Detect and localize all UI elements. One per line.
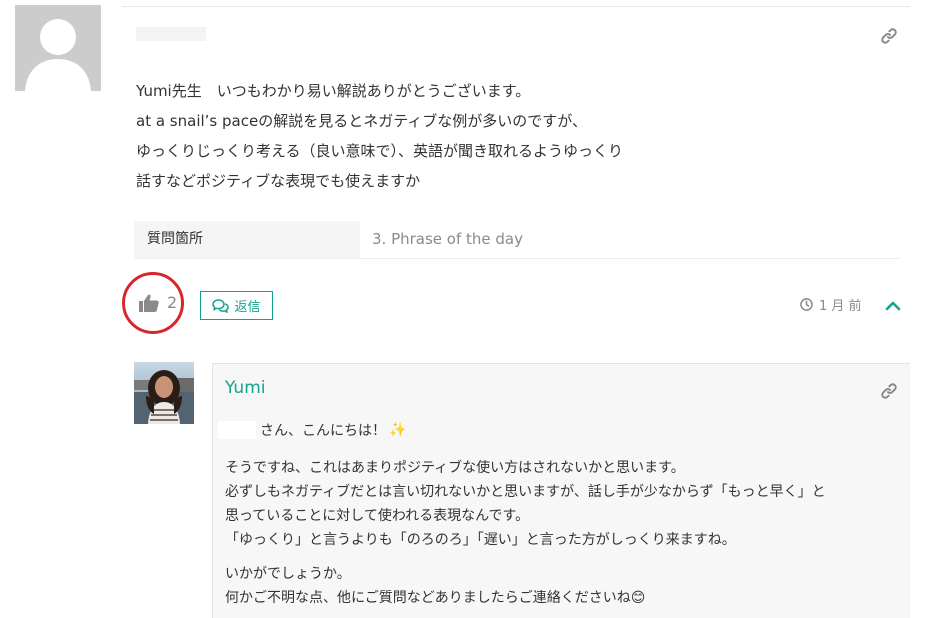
comment-body: Yumi先生 いつもわかり易い解説ありがとうございます。 at a snail’… — [136, 76, 876, 196]
link-icon — [881, 28, 897, 44]
like-count: 2 — [167, 293, 178, 312]
commenter-avatar — [15, 5, 101, 91]
link-icon — [881, 383, 897, 399]
comment-divider — [122, 6, 910, 7]
reply-author-name[interactable]: Yumi — [225, 378, 266, 398]
comments-icon — [212, 298, 230, 313]
reply-line: いかがでしょうか。 — [225, 566, 351, 582]
comment-line: 話すなどポジティブな表現でも使えますか — [136, 172, 421, 190]
reply-button[interactable]: 返信 — [200, 291, 273, 320]
default-avatar-icon — [15, 5, 101, 91]
commenter-name — [136, 27, 206, 41]
comment-line: ゆっくりじっくり考える（良い意味で）、英語が聞き取れるようゆっくり — [136, 142, 624, 160]
reply-paragraph: いかがでしょうか。 何かご不明な点、他にご質問などありましたらご連絡くださいね😊 — [225, 562, 905, 610]
yumi-avatar — [134, 362, 194, 424]
reply-permalink[interactable] — [880, 382, 898, 400]
reply-line: そうですね、これはあまりポジティブな使い方はされないかと思います。 — [225, 460, 685, 476]
comment-time: 1 月 前 — [800, 295, 862, 314]
reply-line: 必ずしもネガティブだとは言い切れないかと思いますが、話し手が少なからず「もっと早… — [225, 484, 826, 500]
reply-body: そうですね、これはあまりポジティブな使い方はされないかと思います。 必ずしもネガ… — [225, 456, 905, 610]
chevron-up-icon — [885, 301, 901, 311]
reply-line: 「ゆっくり」と言うよりも「のろのろ」「遅い」と言った方がしっくり来ますね。 — [225, 532, 736, 548]
greeting-text: さん、こんにちは！ — [260, 423, 386, 439]
reply-button-label: 返信 — [234, 300, 261, 315]
reply-paragraph: そうですね、これはあまりポジティブな使い方はされないかと思います。 必ずしもネガ… — [225, 456, 905, 552]
comment-line: at a snail’s paceの解説を見るとネガティブな例が多いのですが、 — [136, 112, 587, 130]
comment-line: Yumi先生 いつもわかり易い解説ありがとうございます。 — [136, 82, 531, 100]
like-button[interactable] — [139, 294, 159, 312]
question-location-row: 質問箇所 3. Phrase of the day — [134, 221, 900, 258]
collapse-replies-button[interactable] — [885, 297, 901, 311]
meta-divider — [134, 258, 900, 259]
reply-greeting: さん、こんにちは！ ✨ — [260, 420, 406, 440]
thumbs-up-icon — [139, 294, 159, 312]
time-ago: 1 月 前 — [819, 299, 862, 314]
clock-icon — [800, 298, 813, 311]
reply-line: 思っていることに対して使われる表現なんです。 — [225, 508, 530, 524]
user-photo-icon — [134, 362, 194, 424]
meta-label: 質問箇所 — [134, 221, 360, 258]
comment-permalink[interactable] — [880, 27, 898, 45]
sparkles-icon: ✨ — [389, 422, 407, 438]
meta-value: 3. Phrase of the day — [372, 230, 524, 248]
reply-line: 何かご不明な点、他にご質問などありましたらご連絡くださいね😊 — [225, 590, 646, 606]
redacted-name — [218, 421, 256, 439]
